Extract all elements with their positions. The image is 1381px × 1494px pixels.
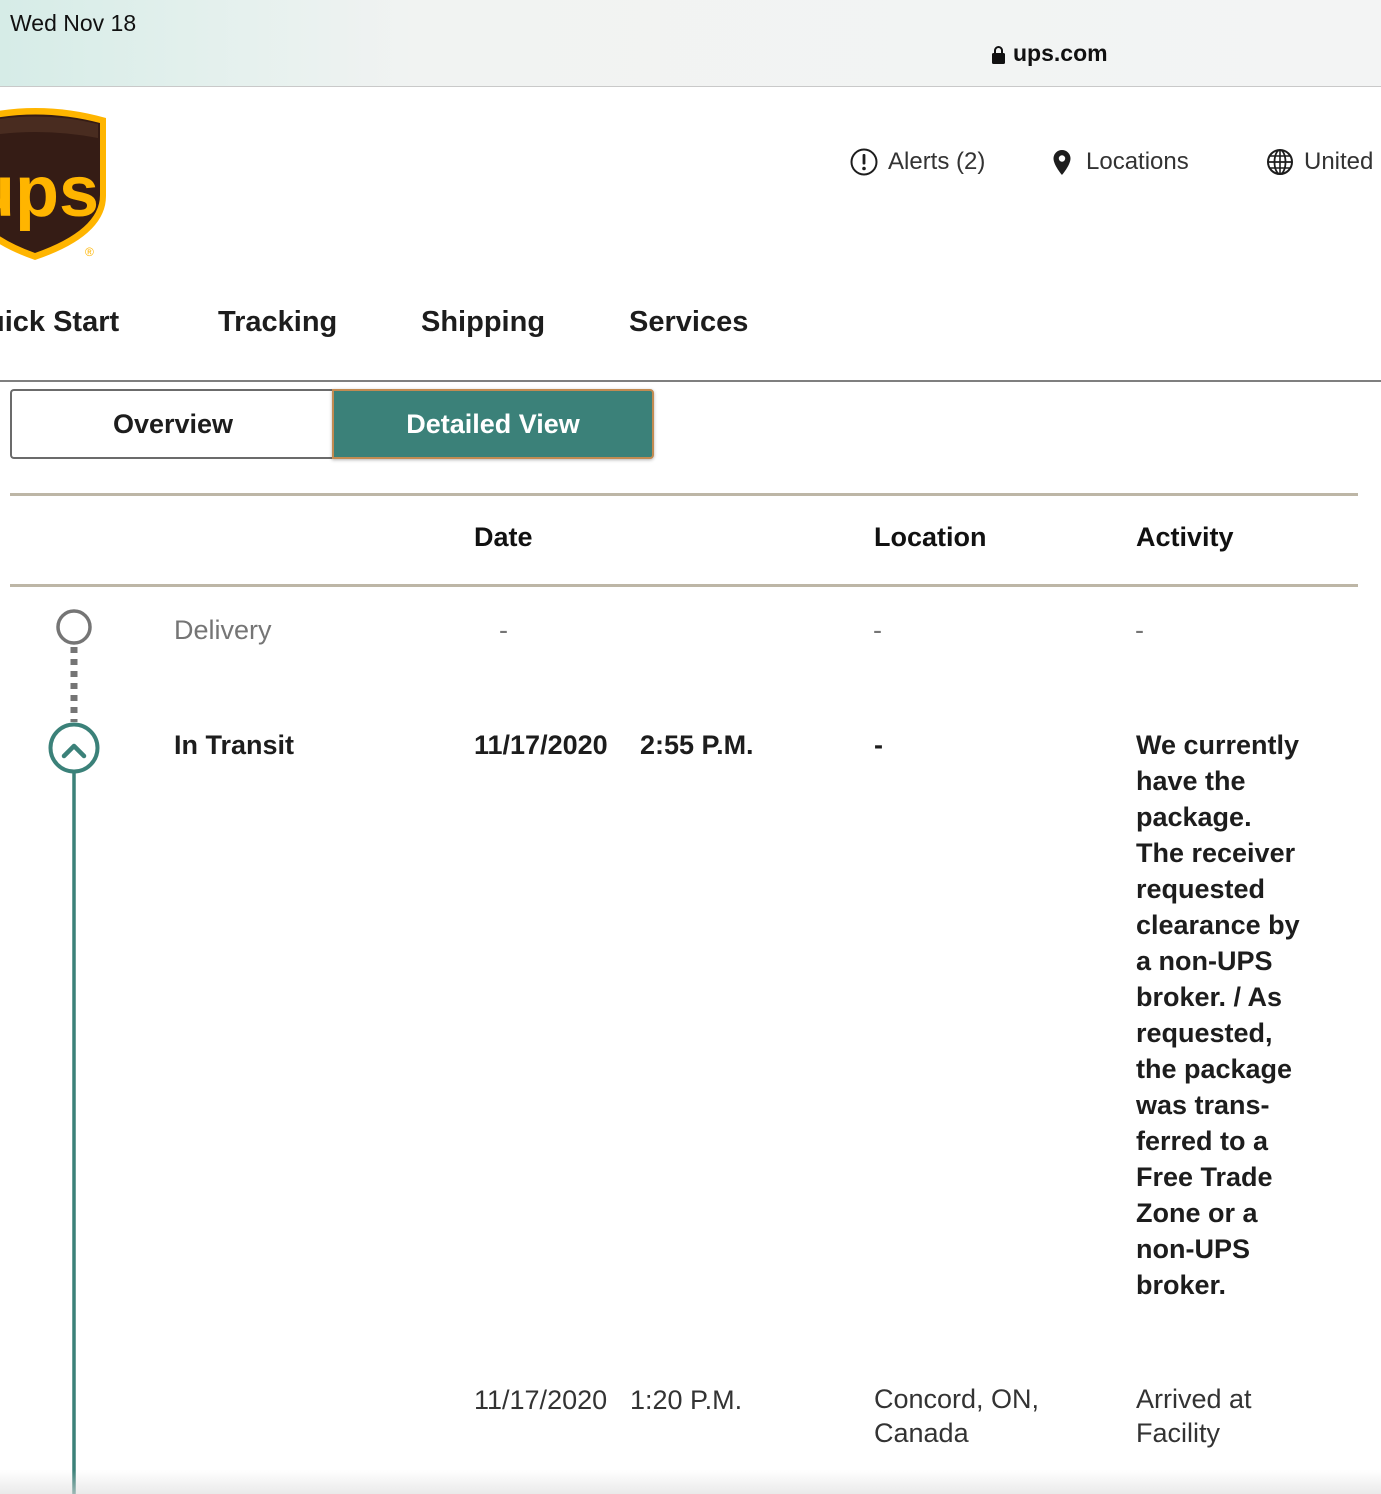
progress-timeline — [48, 609, 100, 1494]
activity-line: Arrived at — [1136, 1384, 1252, 1414]
activity-line: was trans- — [1136, 1090, 1270, 1120]
row-arrived-date: 11/17/2020 — [474, 1385, 608, 1415]
activity-line: non-UPS — [1136, 1234, 1250, 1264]
activity-line: ferred to a — [1136, 1126, 1269, 1156]
header-location: Location — [874, 522, 987, 552]
activity-line: Free Trade — [1136, 1162, 1273, 1192]
row-transit-time: 2:55 P.M. — [640, 730, 754, 760]
header-date: Date — [474, 522, 533, 552]
activity-line: requested, — [1136, 1018, 1273, 1048]
alert-icon — [850, 148, 878, 176]
registered-mark: ® — [85, 245, 94, 259]
empty-circle-icon — [56, 609, 92, 645]
alerts-link[interactable]: Alerts (2) — [850, 148, 985, 176]
activity-line: The receiver — [1136, 838, 1296, 868]
row-arrived-location: Concord, ON, Canada — [874, 1382, 1039, 1450]
overview-tab[interactable]: Overview — [10, 389, 334, 459]
browser-status-bar: Wed Nov 18 ups.com — [0, 0, 1381, 87]
row-transit-status: In Transit — [174, 730, 295, 760]
activity-line: We currently — [1136, 730, 1300, 760]
activity-line: broker. / As — [1136, 982, 1283, 1012]
activity-line: Zone or a — [1136, 1198, 1258, 1228]
address-bar[interactable]: ups.com — [992, 40, 1108, 67]
locations-label: Locations — [1086, 148, 1189, 175]
nav-tracking[interactable]: Tracking — [218, 306, 337, 339]
activity-line: package. — [1136, 802, 1252, 832]
logo-text: ups — [0, 152, 99, 232]
lock-icon — [992, 46, 1005, 64]
activity-line: a non-UPS — [1136, 946, 1273, 976]
locations-link[interactable]: Locations — [1048, 148, 1189, 176]
row-delivery-activity: - — [1135, 615, 1144, 645]
nav-services[interactable]: Services — [629, 306, 748, 339]
header-activity: Activity — [1136, 522, 1234, 552]
activity-line: the package — [1136, 1054, 1293, 1084]
detailed-view-tab[interactable]: Detailed View — [332, 389, 654, 459]
status-time: Wed Nov 18 — [10, 10, 137, 36]
alerts-label: Alerts (2) — [888, 148, 986, 175]
region-label: United — [1304, 148, 1374, 175]
main-navigation: uick Start Tracking Shipping Services — [0, 300, 1381, 382]
row-delivery-status: Delivery — [174, 615, 272, 645]
row-arrived-time: 1:20 P.M. — [630, 1385, 743, 1415]
row-delivery-date: - — [499, 615, 508, 645]
activity-line: clearance by — [1136, 910, 1300, 940]
activity-line: broker. — [1136, 1270, 1227, 1300]
row-transit-date: 11/17/2020 — [474, 730, 608, 760]
nav-quick-start[interactable]: uick Start — [0, 306, 119, 339]
location-pin-icon — [1053, 150, 1071, 175]
row-transit-activity: We currently have the package. The recei… — [1136, 727, 1336, 1303]
row-transit-location: - — [874, 730, 883, 760]
row-delivery-location: - — [873, 615, 882, 645]
location-line: Canada — [874, 1418, 969, 1448]
region-selector[interactable]: United — [1266, 148, 1373, 176]
bottom-scroll-shadow — [0, 1470, 1381, 1494]
ups-logo[interactable]: ups ® — [0, 104, 110, 264]
address-url: ups.com — [1013, 40, 1108, 66]
row-arrived-activity: Arrived at Facility — [1136, 1382, 1252, 1450]
nav-shipping[interactable]: Shipping — [421, 306, 545, 339]
chevron-up-icon — [48, 722, 100, 774]
table-header: Date Location Activity — [10, 493, 1358, 587]
activity-line: requested — [1136, 874, 1266, 904]
view-toggle: Overview Detailed View — [10, 389, 654, 463]
activity-line: Facility — [1136, 1418, 1221, 1448]
globe-icon — [1267, 149, 1293, 175]
activity-line: have the — [1136, 766, 1246, 796]
location-line: Concord, ON, — [874, 1384, 1040, 1414]
